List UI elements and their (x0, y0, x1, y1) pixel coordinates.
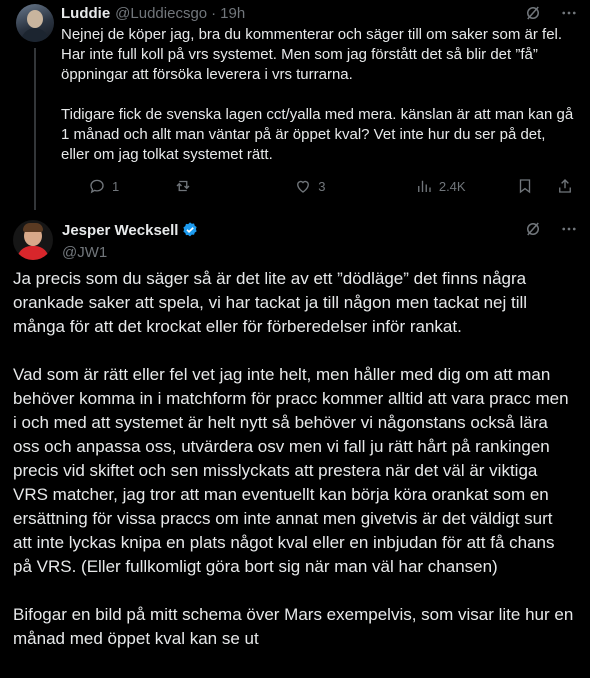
repost-icon (176, 180, 190, 192)
more-icon[interactable] (560, 220, 578, 238)
views-count: 2.4K (438, 178, 466, 194)
bookmark-icon (519, 179, 531, 194)
like-count: 3 (318, 178, 326, 194)
main-tweet-header: Jesper Wecksell @JW1 (62, 220, 578, 264)
thread-connector-line (34, 48, 36, 210)
repost-button[interactable] (174, 177, 295, 195)
main-author-handle[interactable]: @JW1 (62, 244, 578, 264)
share-button[interactable] (556, 177, 574, 195)
main-author-avatar[interactable] (13, 220, 53, 260)
main-tweet-header-icons (524, 220, 578, 238)
like-button[interactable]: 3 (294, 177, 415, 195)
grok-slash-icon[interactable] (524, 4, 542, 22)
share-icon (559, 179, 571, 193)
main-tweet-text: Ja precis som du säger så är det lite av… (13, 269, 574, 648)
views-button[interactable]: 2.4K (415, 177, 516, 195)
reply-author-avatar[interactable] (16, 4, 54, 42)
bookmark-button[interactable] (516, 177, 534, 195)
reply-separator: · (211, 4, 217, 22)
main-tweet: Jesper Wecksell @JW1 Ja precis som du sä… (0, 206, 590, 678)
like-icon (297, 180, 310, 193)
reply-author-handle[interactable]: @Luddiecsgo (115, 5, 207, 22)
more-icon[interactable] (560, 4, 578, 22)
reply-icon (90, 179, 104, 194)
grok-slash-icon[interactable] (524, 220, 542, 238)
main-author-name[interactable]: Jesper Wecksell (62, 222, 178, 239)
reply-author-name[interactable]: Luddie (61, 5, 110, 22)
reply-action-bar: 1 3 2.4K (88, 176, 574, 196)
reply-timestamp[interactable]: 19h (220, 5, 245, 22)
reply-tweet-text: Nejnej de köper jag, bra du kommenterar … (61, 26, 574, 163)
views-icon (417, 180, 431, 192)
reply-count: 1 (112, 178, 120, 194)
reply-tweet-header: Luddie @Luddiecsgo · 19h (61, 3, 578, 23)
verified-badge-icon[interactable] (181, 221, 199, 239)
reply-tweet[interactable]: Luddie @Luddiecsgo · 19h Nejnej de köper… (0, 0, 590, 210)
reply-button[interactable]: 1 (88, 177, 174, 195)
